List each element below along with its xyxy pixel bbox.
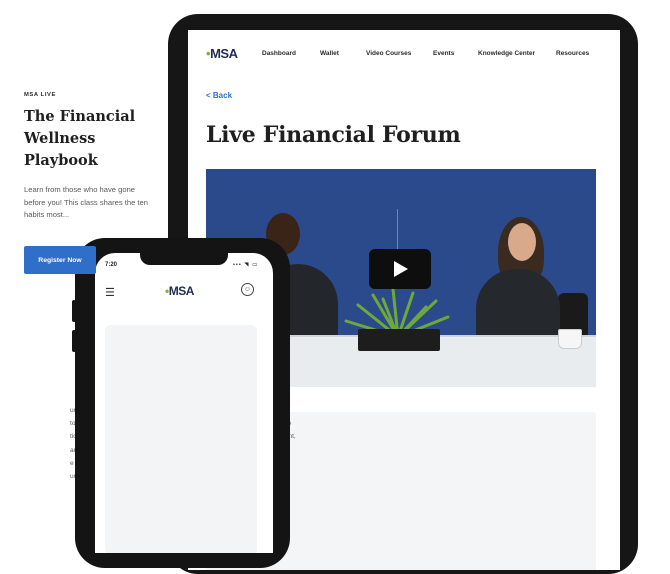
nav-dashboard[interactable]: Dashboard bbox=[262, 50, 296, 57]
event-summary: Learn from those who have gone before yo… bbox=[24, 185, 148, 220]
top-navigation: •MSA Dashboard Wallet Video Courses Even… bbox=[188, 30, 620, 76]
nav-video-courses[interactable]: Video Courses bbox=[366, 50, 411, 57]
status-time: 7:20 bbox=[105, 262, 118, 268]
play-icon bbox=[394, 261, 408, 277]
video-plant-pot bbox=[358, 329, 440, 351]
video-mug bbox=[558, 329, 582, 349]
hamburger-menu-icon[interactable]: ☰ bbox=[105, 286, 115, 299]
phone-volume-button bbox=[72, 300, 76, 322]
msa-logo[interactable]: •MSA bbox=[206, 46, 238, 61]
video-host-right bbox=[476, 269, 560, 345]
event-card bbox=[105, 325, 257, 553]
user-account-icon[interactable]: ☺ bbox=[241, 283, 254, 296]
status-icons: ••• ◥ ▭ bbox=[233, 262, 259, 268]
event-title: The Financial Wellness Playbook bbox=[24, 108, 136, 169]
video-host-right-face bbox=[508, 223, 536, 261]
nav-events[interactable]: Events bbox=[433, 50, 454, 57]
nav-resources[interactable]: Resources bbox=[556, 50, 589, 57]
page-title: Live Financial Forum bbox=[206, 122, 461, 148]
msa-logo[interactable]: •MSA bbox=[165, 284, 194, 298]
nav-knowledge-center[interactable]: Knowledge Center bbox=[478, 50, 535, 57]
nav-wallet[interactable]: Wallet bbox=[320, 50, 339, 57]
play-button[interactable] bbox=[369, 249, 431, 289]
phone-notch bbox=[140, 253, 228, 265]
back-link[interactable]: < Back bbox=[206, 91, 232, 100]
phone-volume-button bbox=[72, 330, 76, 352]
phone-screen: 7:20 ••• ◥ ▭ ☰ •MSA ☺ bbox=[95, 253, 273, 553]
event-kicker: MSA LIVE bbox=[24, 92, 56, 98]
register-now-button[interactable]: Register Now bbox=[24, 246, 96, 274]
